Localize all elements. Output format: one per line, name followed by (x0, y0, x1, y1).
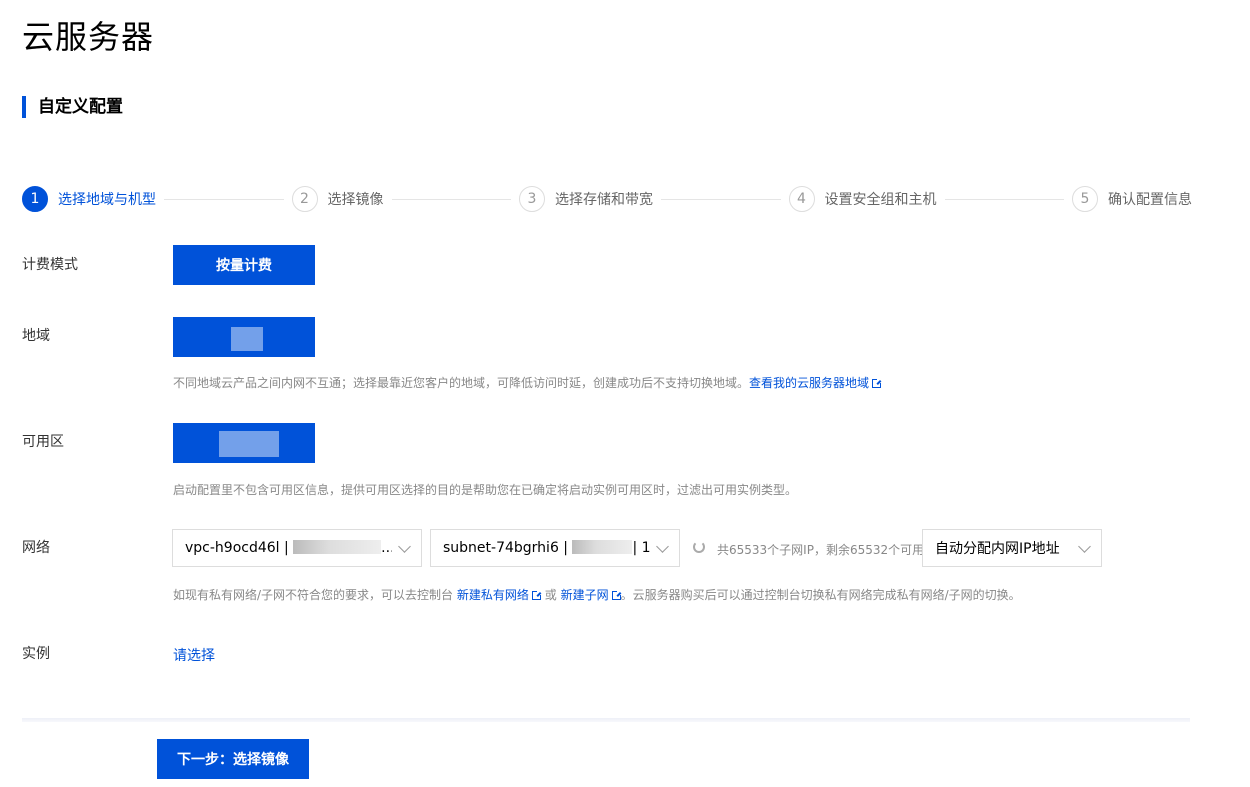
view-my-regions-link[interactable]: 查看我的云服务器地域 (749, 376, 883, 390)
external-link-icon (531, 590, 542, 600)
subnet-ip-info: 共65533个子网IP，剩余65532个可用 (717, 543, 925, 557)
instance-label: 实例 (22, 646, 50, 662)
vpc-id-text: vpc-h9ocd46l | (185, 540, 294, 556)
step-label: 选择地域与机型 (58, 192, 156, 208)
step-label: 设置安全组和主机 (824, 192, 937, 208)
region-hint-text: 不同地域云产品之间内网不互通；选择最靠近您客户的地域，可降低访问时延，创建成功后… (173, 376, 750, 390)
subnet-select[interactable]: subnet-74bgrhi6 | | 10... (430, 529, 680, 567)
masked-vpc-name (293, 540, 382, 554)
chevron-down-icon (398, 539, 411, 553)
billing-label: 计费模式 (22, 257, 78, 273)
step-1: 1 选择地域与机型 (22, 186, 156, 212)
network-hint-or: 或 (544, 588, 557, 602)
blurred-region-text (231, 327, 263, 351)
masked-subnet-name (572, 540, 633, 554)
step-4: 4 设置安全组和主机 (788, 186, 937, 212)
region-label: 地域 (22, 328, 50, 344)
create-vpc-link-text: 新建私有网络 (456, 588, 529, 602)
chevron-down-icon (1078, 539, 1091, 553)
step-number: 5 (1072, 186, 1098, 212)
zone-label: 可用区 (22, 434, 64, 450)
blurred-zone-text (219, 431, 279, 457)
step-number: 1 (22, 186, 48, 212)
step-label: 确认配置信息 (1108, 192, 1192, 208)
region-hint: 不同地域云产品之间内网不互通；选择最靠近您客户的地域，可降低访问时延，创建成功后… (173, 374, 883, 391)
network-hint: 如现有私有网络/子网不符合您的要求，可以去控制台 新建私有网络 或 新建子网 。云… (173, 586, 1021, 603)
next-step-button[interactable]: 下一步：选择镜像 (157, 739, 309, 779)
step-connector (391, 198, 511, 200)
step-number: 3 (519, 186, 545, 212)
ip-assignment-select[interactable]: 自动分配内网IP地址 (922, 529, 1102, 567)
step-label: 选择镜像 (327, 192, 384, 208)
step-number: 4 (788, 186, 815, 212)
create-subnet-link-text: 新建子网 (560, 588, 609, 602)
step-2: 2 选择镜像 (291, 186, 384, 212)
zone-option[interactable] (173, 423, 315, 463)
step-progress: 1 选择地域与机型 2 选择镜像 3 选择存储和带宽 4 设置安全组和主机 5 … (22, 185, 1192, 213)
step-3: 3 选择存储和带宽 (519, 186, 653, 212)
subnet-id-text: subnet-74bgrhi6 | (443, 540, 573, 556)
subnet-cidr-text: | 10... (632, 540, 650, 556)
view-my-regions-link-text: 查看我的云服务器地域 (749, 376, 870, 390)
chevron-down-icon (656, 539, 669, 553)
step-5: 5 确认配置信息 (1072, 186, 1192, 212)
region-option[interactable] (173, 317, 315, 357)
step-label: 选择存储和带宽 (555, 192, 653, 208)
external-link-icon (611, 590, 622, 600)
refresh-icon[interactable] (693, 541, 705, 553)
network-hint-suffix: 。云服务器购买后可以通过控制台切换私有网络完成私有网络/子网的切换。 (620, 588, 1021, 602)
step-connector (661, 198, 781, 200)
ip-assignment-value: 自动分配内网IP地址 (935, 541, 1060, 557)
vpc-ellipsis: ... (381, 540, 392, 556)
step-number: 2 (291, 186, 318, 212)
subnet-select-value: subnet-74bgrhi6 | | 10... (443, 540, 650, 556)
network-hint-prefix: 如现有私有网络/子网不符合您的要求，可以去控制台 (173, 588, 454, 602)
step-connector (164, 198, 284, 200)
vpc-select-value: vpc-h9ocd46l | ... (185, 540, 392, 556)
step-connector (944, 198, 1064, 200)
section-title: 自定义配置 (22, 96, 123, 118)
create-vpc-link[interactable]: 新建私有网络 (456, 588, 542, 602)
network-label: 网络 (22, 540, 50, 556)
billing-option-pay-as-you-go[interactable]: 按量计费 (173, 245, 315, 285)
create-subnet-link[interactable]: 新建子网 (560, 588, 622, 602)
footer-divider (22, 718, 1190, 722)
page-title: 云服务器 (22, 18, 155, 56)
external-link-icon (872, 378, 883, 388)
select-instance-link[interactable]: 请选择 (173, 645, 215, 665)
vpc-select[interactable]: vpc-h9ocd46l | ... (172, 529, 422, 567)
zone-hint: 启动配置里不包含可用区信息，提供可用区选择的目的是帮助您在已确定将启动实例可用区… (173, 483, 798, 497)
